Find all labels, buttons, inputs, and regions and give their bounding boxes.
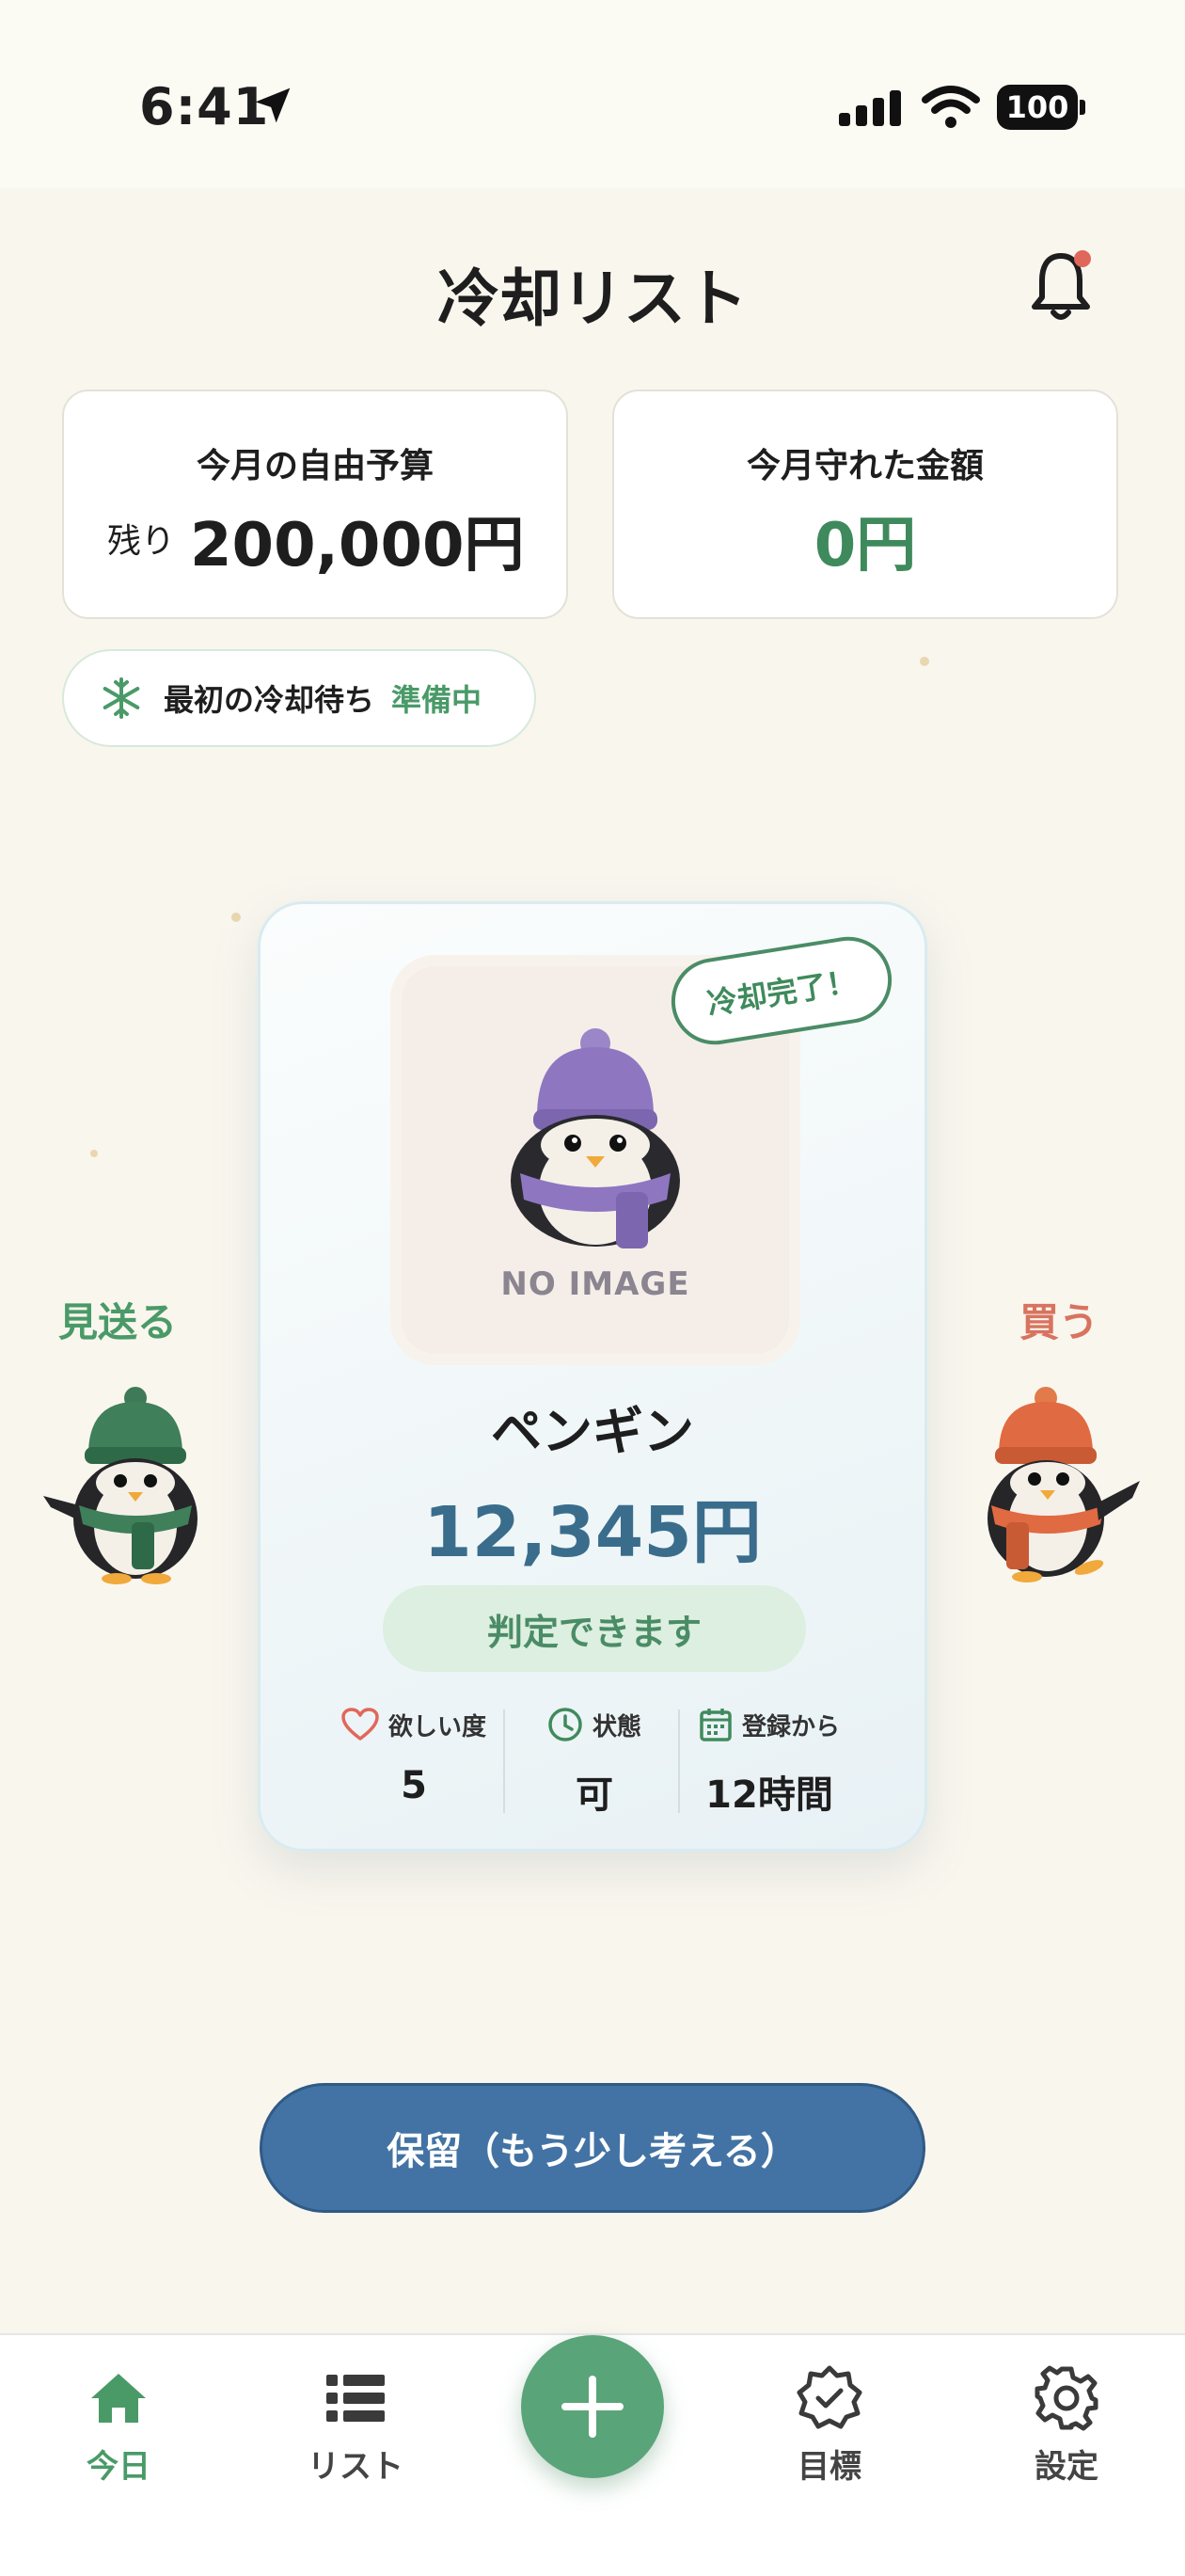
tab-goals[interactable]: 目標 [754,2363,905,2487]
add-item-button[interactable] [521,2335,664,2478]
item-stats: 欲しい度 5 状態 可 登録から 12時間 [326,1704,853,1817]
item-name: ペンギン [491,1402,694,1461]
heart-icon [341,1708,379,1741]
stat-state: 状態 可 [507,1704,682,1817]
tab-today-label: 今日 [87,2448,150,2486]
home-icon [91,2374,146,2423]
decoration-dot [231,913,241,922]
cellular-signal-icon [839,90,901,126]
badge-check-icon [797,2365,862,2429]
stat-state-label: 状態 [592,1712,641,1741]
stat-desire: 欲しい度 5 [326,1704,501,1815]
wifi-icon [922,86,980,128]
tab-today[interactable]: 今日 [43,2363,194,2487]
stat-desire-value: 5 [401,1764,427,1807]
snowflake-icon [103,677,140,719]
battery-indicator: 100 [997,85,1087,130]
penguin-green-hat-image [43,1387,198,1584]
tab-list[interactable]: リスト [280,2363,431,2487]
battery-level: 100 [997,85,1078,130]
status-time: 6:41 [139,77,270,136]
tab-goals-label: 目標 [798,2448,861,2486]
penguin-orange-hat-image [988,1387,1140,1582]
page-title: 冷却リスト [437,262,748,335]
cooldown-label: 最初の冷却待ち [164,682,375,718]
no-image-label: NO IMAGE [500,1265,690,1303]
stat-registered-label: 登録から [741,1712,840,1741]
decoration-dot [90,1150,98,1157]
stat-registered-value: 12時間 [705,1773,833,1817]
item-price: 12,345円 [423,1492,762,1573]
budget-label: 今月の自由予算 [196,447,434,485]
skip-label: 見送る [58,1299,178,1345]
stat-desire-label: 欲しい度 [387,1712,486,1741]
plus-icon [561,2376,624,2438]
notification-button[interactable] [1027,248,1095,324]
item-card[interactable]: NO IMAGE 冷却完了！ ペンギン 12,345円 判定できます 欲しい度 … [258,901,927,1852]
saved-label: 今月守れた金額 [746,447,984,485]
calendar-icon [700,1709,732,1741]
hold-button[interactable]: 保留（もう少し考える） [260,2083,925,2213]
penguin-purple-hat-image [511,1028,680,1248]
list-icon [326,2375,385,2422]
cooldown-state: 準備中 [391,682,482,718]
cooldown-status-pill: 最初の冷却待ち 準備中 [62,649,536,747]
tab-settings-label: 設定 [1035,2448,1098,2486]
stat-state-value: 可 [576,1773,613,1817]
buy-label: 買う [1019,1299,1099,1345]
decoration-dot [920,657,929,666]
judge-ready-button[interactable]: 判定できます [383,1585,806,1672]
saved-card: 今月守れた金額 0円 [612,390,1118,619]
cooldown-complete-badge: 冷却完了！ [665,930,898,1051]
notification-dot [1074,250,1091,267]
budget-card: 今月の自由予算 残り 200,000円 [62,390,568,619]
budget-value: 200,000円 [190,511,525,580]
remaining-label: 残り [107,522,176,561]
clock-icon [548,1708,582,1741]
gear-icon [1035,2365,1098,2431]
tab-list-label: リスト [308,2448,403,2486]
stat-registered: 登録から 12時間 [682,1704,857,1817]
status-bar: 6:41 100 [0,0,1185,188]
saved-value: 0円 [814,511,917,580]
location-arrow-icon [255,87,291,123]
tab-settings[interactable]: 設定 [991,2363,1142,2487]
